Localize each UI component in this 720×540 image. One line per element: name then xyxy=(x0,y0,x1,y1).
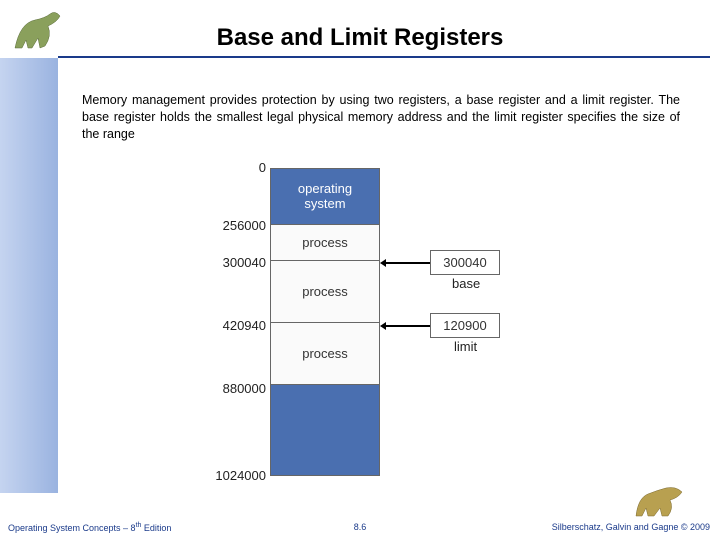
memory-cell-process: process xyxy=(271,225,379,261)
memory-cell-os: operating system xyxy=(271,169,379,225)
memory-column: operating system process process process xyxy=(270,168,380,476)
slide-title: Base and Limit Registers xyxy=(0,24,720,52)
body-paragraph: Memory management provides protection by… xyxy=(82,92,680,143)
base-register-label: base xyxy=(452,276,480,291)
addr-label: 256000 xyxy=(206,218,266,233)
footer: Operating System Concepts – 8th Edition … xyxy=(0,522,720,536)
arrow-base xyxy=(382,262,430,264)
footer-copyright: Silberschatz, Galvin and Gagne © 2009 xyxy=(552,522,710,532)
limit-register-label: limit xyxy=(454,339,477,354)
addr-label: 300040 xyxy=(206,255,266,270)
dinosaur-icon xyxy=(632,480,688,520)
arrow-limit xyxy=(382,325,430,327)
addr-label: 880000 xyxy=(206,381,266,396)
memory-diagram: operating system process process process… xyxy=(200,158,560,488)
addr-label: 1024000 xyxy=(206,468,266,483)
base-register-box: 300040 xyxy=(430,250,500,275)
memory-cell-empty xyxy=(271,385,379,475)
sidebar-gradient xyxy=(0,58,58,493)
memory-cell-process: process xyxy=(271,261,379,323)
header: Base and Limit Registers xyxy=(0,6,720,56)
title-underline xyxy=(58,56,710,58)
addr-label: 420940 xyxy=(206,318,266,333)
addr-label: 0 xyxy=(206,160,266,175)
memory-cell-process: process xyxy=(271,323,379,385)
limit-register-box: 120900 xyxy=(430,313,500,338)
